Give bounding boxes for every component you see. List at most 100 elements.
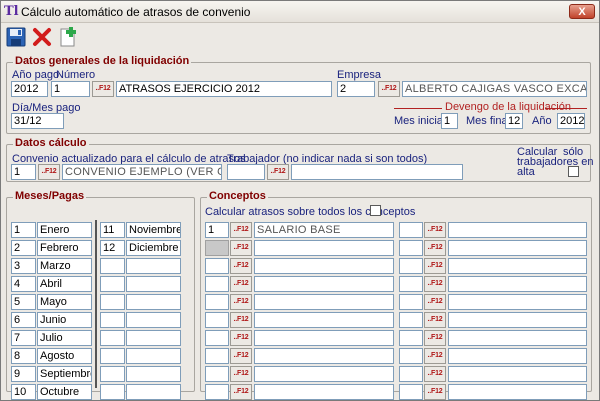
concept-code-field[interactable]	[399, 222, 423, 238]
month-number-field[interactable]: 7	[11, 330, 36, 346]
month-number-field[interactable]: 8	[11, 348, 36, 364]
numero-label: Número	[56, 69, 96, 81]
convenio-lookup-button[interactable]: ..F12	[38, 164, 60, 180]
month-number-field[interactable]: 6	[11, 312, 36, 328]
concept-lookup-button[interactable]: ..F12	[230, 222, 252, 238]
month-name-field: Diciembre	[126, 240, 181, 256]
concept-name-field	[448, 258, 587, 274]
app-logo-icon: Tl	[4, 4, 19, 19]
month-number-field[interactable]: 2	[11, 240, 36, 256]
concept-lookup-button[interactable]: ..F12	[424, 240, 446, 256]
descripcion-field[interactable]: ATRASOS EJERCICIO 2012	[116, 81, 332, 97]
trabajador-lookup-button[interactable]: ..F12	[267, 164, 289, 180]
concept-lookup-button[interactable]: ..F12	[230, 240, 252, 256]
trabajador-field[interactable]	[227, 164, 265, 180]
month-number-field[interactable]	[100, 384, 125, 400]
concept-lookup-button[interactable]: ..F12	[424, 222, 446, 238]
concept-name-field	[448, 222, 587, 238]
concept-code-field[interactable]	[205, 312, 229, 328]
anio-devengo-field[interactable]: 2012	[557, 113, 585, 129]
close-button[interactable]: X	[569, 4, 595, 19]
concept-code-field[interactable]	[399, 312, 423, 328]
concept-code-field[interactable]	[399, 258, 423, 274]
concept-lookup-button[interactable]: ..F12	[230, 366, 252, 382]
concept-code-field[interactable]	[205, 384, 229, 400]
concept-code-field[interactable]: 1	[205, 222, 229, 238]
todos-conceptos-checkbox[interactable]	[370, 205, 381, 216]
month-number-field[interactable]	[100, 348, 125, 364]
concept-code-field[interactable]	[205, 348, 229, 364]
delete-icon[interactable]	[31, 26, 53, 48]
month-number-field[interactable]: 3	[11, 258, 36, 274]
concept-name-field	[448, 276, 587, 292]
month-number-field[interactable]: 12	[100, 240, 125, 256]
month-number-field[interactable]	[100, 312, 125, 328]
devengo-line-right	[545, 108, 587, 109]
month-name-field: Octubre	[37, 384, 92, 400]
concept-name-field	[254, 366, 394, 382]
month-number-field[interactable]: 9	[11, 366, 36, 382]
concept-code-field[interactable]	[399, 348, 423, 364]
concept-lookup-button[interactable]: ..F12	[230, 330, 252, 346]
month-number-field[interactable]: 1	[11, 222, 36, 238]
mes-final-field[interactable]: 12	[505, 113, 523, 129]
concept-lookup-button[interactable]: ..F12	[230, 348, 252, 364]
dia-mes-field[interactable]: 31/12	[11, 113, 64, 129]
convenio-field[interactable]: 1	[11, 164, 36, 180]
concept-lookup-button[interactable]: ..F12	[424, 312, 446, 328]
concept-lookup-button[interactable]: ..F12	[230, 312, 252, 328]
concept-code-field[interactable]	[399, 384, 423, 400]
concept-code-field[interactable]	[399, 276, 423, 292]
concept-code-field[interactable]	[399, 240, 423, 256]
concept-code-field[interactable]	[205, 258, 229, 274]
concept-lookup-button[interactable]: ..F12	[424, 330, 446, 346]
month-name-field	[126, 348, 181, 364]
month-number-field[interactable]: 10	[11, 384, 36, 400]
concept-code-field[interactable]	[399, 294, 423, 310]
month-number-field[interactable]	[100, 366, 125, 382]
month-number-field[interactable]	[100, 276, 125, 292]
concept-lookup-button[interactable]: ..F12	[230, 276, 252, 292]
concept-lookup-button[interactable]: ..F12	[230, 294, 252, 310]
concept-code-field[interactable]	[205, 294, 229, 310]
concept-lookup-button[interactable]: ..F12	[424, 294, 446, 310]
numero-lookup-button[interactable]: ..F12	[92, 81, 114, 97]
month-number-field[interactable]	[100, 330, 125, 346]
empresa-field[interactable]: 2	[337, 81, 375, 97]
devengo-line-left	[394, 108, 442, 109]
concept-lookup-button[interactable]: ..F12	[424, 348, 446, 364]
month-number-field[interactable]	[100, 294, 125, 310]
empresa-lookup-button[interactable]: ..F12	[378, 81, 400, 97]
month-number-field[interactable]: 11	[100, 222, 125, 238]
concept-code-field[interactable]	[205, 366, 229, 382]
concept-lookup-button[interactable]: ..F12	[230, 258, 252, 274]
concept-lookup-button[interactable]: ..F12	[230, 384, 252, 400]
concept-code-field[interactable]	[205, 330, 229, 346]
concept-lookup-button[interactable]: ..F12	[424, 258, 446, 274]
solo-alta-checkbox[interactable]	[568, 166, 579, 177]
concept-code-field[interactable]	[399, 330, 423, 346]
devengo-label: Devengo de la liquidación	[445, 101, 571, 113]
month-number-field[interactable]	[100, 258, 125, 274]
alta-label: alta	[517, 166, 535, 178]
concept-lookup-button[interactable]: ..F12	[424, 384, 446, 400]
mes-inicial-field[interactable]: 1	[441, 113, 458, 129]
concept-name-field	[448, 384, 587, 400]
month-number-field[interactable]: 4	[11, 276, 36, 292]
numero-field[interactable]: 1	[51, 81, 90, 97]
concept-name-field	[254, 240, 394, 256]
concept-lookup-button[interactable]: ..F12	[424, 276, 446, 292]
anio-pago-field[interactable]: 2012	[11, 81, 48, 97]
concept-code-field[interactable]	[399, 366, 423, 382]
concept-code-field[interactable]	[205, 276, 229, 292]
window-title: Cálculo automático de atrasos de conveni…	[21, 5, 251, 19]
month-number-field[interactable]: 5	[11, 294, 36, 310]
month-name-field	[126, 366, 181, 382]
new-document-icon[interactable]	[57, 26, 79, 48]
concept-lookup-button[interactable]: ..F12	[424, 366, 446, 382]
concept-name-field	[448, 294, 587, 310]
concept-code-field[interactable]	[205, 240, 229, 256]
month-name-field: Febrero	[37, 240, 92, 256]
month-name-field	[126, 312, 181, 328]
save-icon[interactable]	[5, 26, 27, 48]
